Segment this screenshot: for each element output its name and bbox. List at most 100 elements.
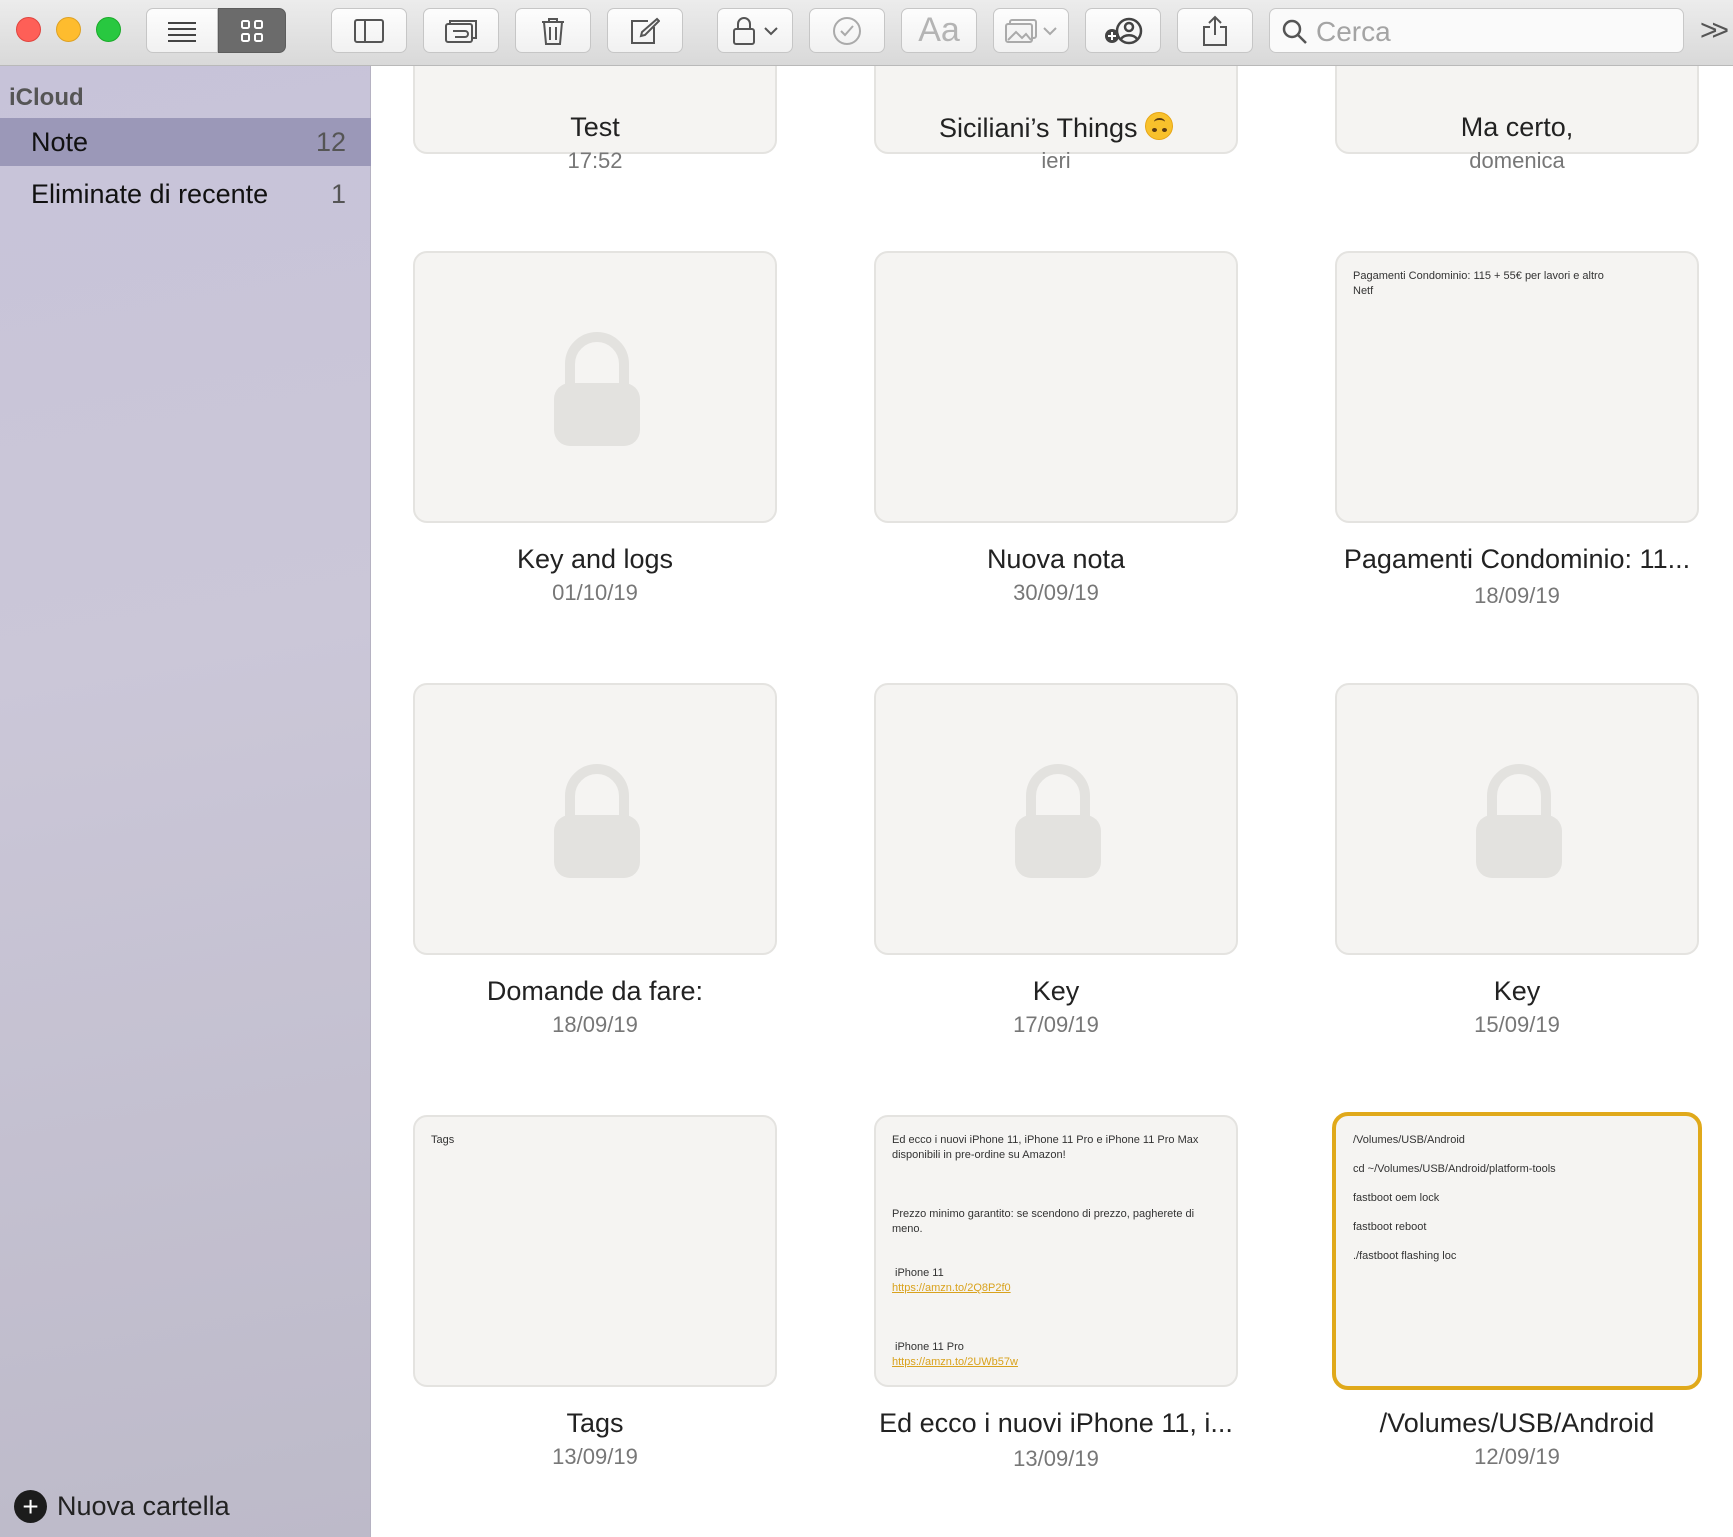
delete-note-button[interactable] <box>515 8 591 53</box>
lock-icon <box>554 332 640 446</box>
note-title: Siciliani’s Things <box>938 113 1138 143</box>
list-view-button[interactable] <box>146 8 218 53</box>
note-title-wrapper: Siciliani’s Things <box>856 112 1256 144</box>
note-thumbnail[interactable] <box>413 683 777 955</box>
note-title: /Volumes/USB/Android <box>1379 1408 1655 1438</box>
note-thumbnail[interactable]: Ed ecco i nuovi iPhone 11, iPhone 11 Pro… <box>874 1115 1238 1387</box>
note-title: Ed ecco i nuovi iPhone 11, i... <box>879 1408 1233 1438</box>
preview-line: fastboot oem lock <box>1353 1192 1440 1204</box>
note-date: 13/09/19 <box>1013 1446 1099 1471</box>
lock-menu-button[interactable] <box>717 8 793 53</box>
note-title: Test <box>570 112 620 142</box>
preview-line: Ed ecco i nuovi iPhone 11, iPhone 11 Pro… <box>892 1134 1199 1161</box>
preview-line: cd ~/Volumes/USB/Android/platform-tools <box>1353 1163 1556 1175</box>
note-title: Pagamenti Condominio: 11... <box>1343 544 1691 574</box>
checkmark-circle-icon <box>833 16 861 45</box>
share-button[interactable] <box>1177 8 1253 53</box>
minimize-window-button[interactable] <box>56 17 81 42</box>
note-preview: /Volumes/USB/Android cd ~/Volumes/USB/An… <box>1353 1133 1682 1278</box>
note-date: 13/09/19 <box>552 1444 638 1469</box>
account-heading: iCloud <box>9 84 84 111</box>
note-date: 18/09/19 <box>1474 583 1560 608</box>
plus-circle-icon: + <box>14 1490 47 1523</box>
preview-line: ./fastboot flashing loc <box>1353 1250 1457 1262</box>
folder-item-note[interactable]: Note 12 <box>0 118 371 166</box>
note-preview: Tags <box>431 1133 759 1148</box>
notes-gallery: Test 17:52 Siciliani’s Things ieri Ma ce… <box>372 66 1733 1537</box>
note-title: Nuova nota <box>986 544 1126 574</box>
new-folder-button[interactable]: + Nuova cartella <box>14 1490 230 1523</box>
toolbar-overflow-button[interactable]: >> <box>1700 14 1729 48</box>
search-input[interactable] <box>1314 15 1678 49</box>
preview-line: Netf <box>1353 285 1374 297</box>
note-title: Ma certo, <box>1460 112 1574 142</box>
note-preview: Ed ecco i nuovi iPhone 11, iPhone 11 Pro… <box>892 1133 1220 1370</box>
chevron-down-icon <box>1043 26 1057 35</box>
toggle-sidebar-button[interactable] <box>331 8 407 53</box>
note-title: Key <box>1032 976 1080 1006</box>
sidebar-icon <box>354 18 384 43</box>
sidebar: iCloud Note 12 Eliminate di recente 1 + … <box>0 66 371 1537</box>
lock-icon <box>554 764 640 878</box>
list-view-icon <box>168 21 196 42</box>
note-date: ieri <box>1041 148 1071 173</box>
folder-item-recently-deleted[interactable]: Eliminate di recente 1 <box>0 170 371 218</box>
note-date: 01/10/19 <box>552 580 638 605</box>
new-note-button[interactable] <box>607 8 683 53</box>
note-date: domenica <box>1469 148 1565 173</box>
note-thumbnail-selected[interactable]: /Volumes/USB/Android cd ~/Volumes/USB/An… <box>1332 1112 1702 1390</box>
zoom-window-button[interactable] <box>96 17 121 42</box>
note-preview: Pagamenti Condominio: 115 + 55€ per lavo… <box>1353 269 1681 299</box>
folder-label: Note <box>31 127 89 157</box>
note-date: 17/09/19 <box>1013 1012 1099 1037</box>
media-menu-button[interactable] <box>993 8 1069 53</box>
note-thumbnail[interactable]: Pagamenti Condominio: 115 + 55€ per lavo… <box>1335 251 1699 523</box>
compose-icon <box>631 17 660 44</box>
format-label: Aa <box>918 11 960 49</box>
add-people-icon <box>1105 17 1143 44</box>
note-thumbnail[interactable] <box>413 251 777 523</box>
checklist-button[interactable] <box>809 8 885 53</box>
note-date: 30/09/19 <box>1013 580 1099 605</box>
folder-count: 12 <box>315 127 346 157</box>
add-people-button[interactable] <box>1085 8 1161 53</box>
lock-icon <box>1015 764 1101 878</box>
upside-down-face-icon <box>1145 112 1174 140</box>
folder-label: Eliminate di recente <box>31 179 269 209</box>
new-folder-label: Nuova cartella <box>57 1491 230 1521</box>
toolbar: Aa >> <box>0 0 1733 66</box>
preview-line: Prezzo minimo garantito: se scendono di … <box>892 1208 1195 1235</box>
note-title: Key <box>1493 976 1541 1006</box>
preview-link[interactable]: https://amzn.to/2UWb57w <box>892 1356 1018 1368</box>
note-date: 18/09/19 <box>552 1012 638 1037</box>
attachments-icon <box>445 19 477 43</box>
folder-count: 1 <box>330 179 346 209</box>
preview-line: Tags <box>431 1134 455 1146</box>
preview-line: Pagamenti Condominio: 115 + 55€ per lavo… <box>1353 270 1604 282</box>
close-window-button[interactable] <box>16 17 41 42</box>
format-button[interactable]: Aa <box>901 8 977 53</box>
note-thumbnail[interactable]: Tags <box>413 1115 777 1387</box>
lock-icon <box>1476 764 1562 878</box>
note-thumbnail[interactable] <box>874 683 1238 955</box>
note-date: 12/09/19 <box>1474 1444 1560 1469</box>
photo-icon <box>1005 18 1037 43</box>
preview-line: fastboot reboot <box>1353 1221 1427 1233</box>
note-title: Key and logs <box>516 544 674 574</box>
attachments-button[interactable] <box>423 8 499 53</box>
preview-line: iPhone 11 Pro <box>895 1341 964 1353</box>
chevron-down-icon <box>764 26 778 35</box>
search-icon <box>1282 19 1307 44</box>
note-title: Tags <box>566 1408 624 1438</box>
preview-line: iPhone 11 <box>895 1267 944 1279</box>
gallery-view-button[interactable] <box>218 8 286 53</box>
preview-link[interactable]: https://amzn.to/2Q8P2f0 <box>892 1282 1011 1294</box>
trash-icon <box>542 17 564 45</box>
note-title: Domande da fare: <box>486 976 704 1006</box>
note-date: 15/09/19 <box>1474 1012 1560 1037</box>
preview-line: /Volumes/USB/Android <box>1353 1134 1465 1146</box>
note-date: 17:52 <box>567 148 623 173</box>
search-field[interactable] <box>1269 8 1684 53</box>
note-thumbnail[interactable] <box>874 251 1238 523</box>
note-thumbnail[interactable] <box>1335 683 1699 955</box>
